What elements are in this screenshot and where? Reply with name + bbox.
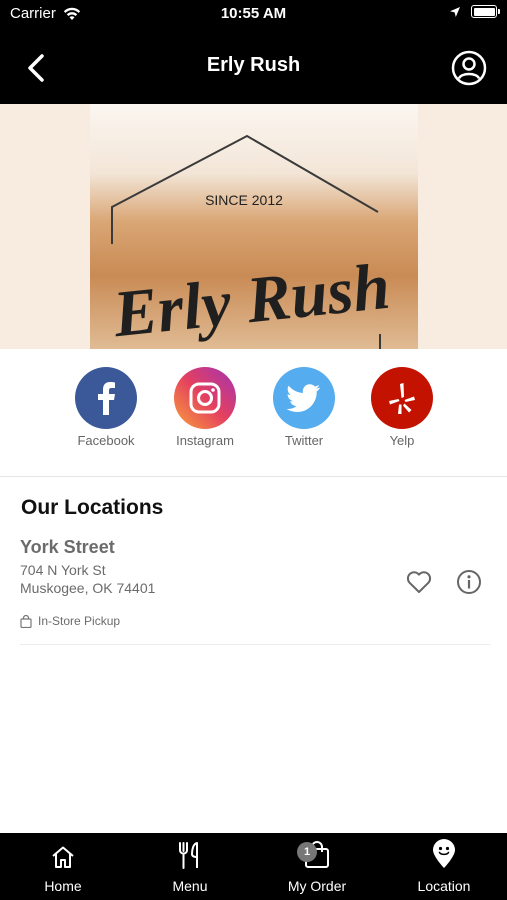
location-pin-icon: [433, 839, 455, 868]
locations-title: Our Locations: [21, 496, 164, 519]
facebook-link[interactable]: Facebook: [66, 367, 146, 448]
facebook-label: Facebook: [77, 433, 135, 448]
status-bar: Carrier 10:55 AM: [0, 0, 507, 28]
home-icon: [52, 846, 74, 868]
location-arrow-icon: [450, 6, 460, 17]
banner-logo: SINCE 2012 Erly Rush: [109, 134, 393, 349]
tab-home[interactable]: Home: [0, 833, 126, 900]
twitter-label: Twitter: [284, 433, 324, 448]
location-card[interactable]: York Street 704 N York St Muskogee, OK 7…: [20, 537, 490, 645]
instagram-icon: [174, 367, 236, 429]
order-count-badge: 1: [297, 842, 317, 862]
info-icon: [457, 570, 481, 594]
status-time: 10:55 AM: [220, 5, 287, 22]
top-bar: Carrier 10:55 AM Erly Rush: [0, 0, 507, 104]
tab-menu-label: Menu: [172, 878, 208, 894]
heart-icon: [406, 571, 432, 593]
battery-icon: [471, 5, 500, 18]
section-divider: [0, 476, 507, 477]
instagram-label: Instagram: [176, 433, 234, 448]
favorite-button[interactable]: [404, 567, 434, 597]
social-links: Facebook Instagram Twitter Yelp: [0, 365, 507, 455]
pickup-label: In-Store Pickup: [38, 614, 121, 628]
profile-button[interactable]: [449, 48, 489, 88]
yelp-label: Yelp: [389, 433, 415, 448]
tab-menu[interactable]: Menu: [127, 833, 253, 900]
instagram-link[interactable]: Instagram: [165, 367, 245, 448]
location-name: York Street: [20, 537, 115, 557]
tab-my-order[interactable]: 1 My Order: [254, 833, 380, 900]
twitter-icon: [273, 367, 335, 429]
facebook-icon: [75, 367, 137, 429]
user-circle-icon: [451, 50, 487, 86]
tab-location-label: Location: [417, 878, 471, 894]
banner-logo-text: Erly Rush: [109, 250, 393, 349]
page-title: Erly Rush: [206, 54, 301, 76]
menu-utensils-icon: [179, 842, 198, 869]
store-banner: SINCE 2012 Erly Rush: [0, 104, 507, 349]
info-button[interactable]: [454, 567, 484, 597]
status-right: [449, 5, 500, 18]
yelp-icon: [371, 367, 433, 429]
banner-since-text: SINCE 2012: [205, 192, 283, 208]
pickup-tag: In-Store Pickup: [20, 614, 120, 628]
tab-location[interactable]: Location: [381, 833, 507, 900]
tab-my-order-label: My Order: [287, 878, 347, 894]
tab-bar: Home Menu 1 My Order Location: [0, 833, 507, 900]
twitter-link[interactable]: Twitter: [264, 367, 344, 448]
tab-home-label: Home: [44, 878, 82, 894]
header: Erly Rush: [0, 40, 507, 96]
bag-icon: [20, 614, 32, 628]
yelp-link[interactable]: Yelp: [362, 367, 442, 448]
